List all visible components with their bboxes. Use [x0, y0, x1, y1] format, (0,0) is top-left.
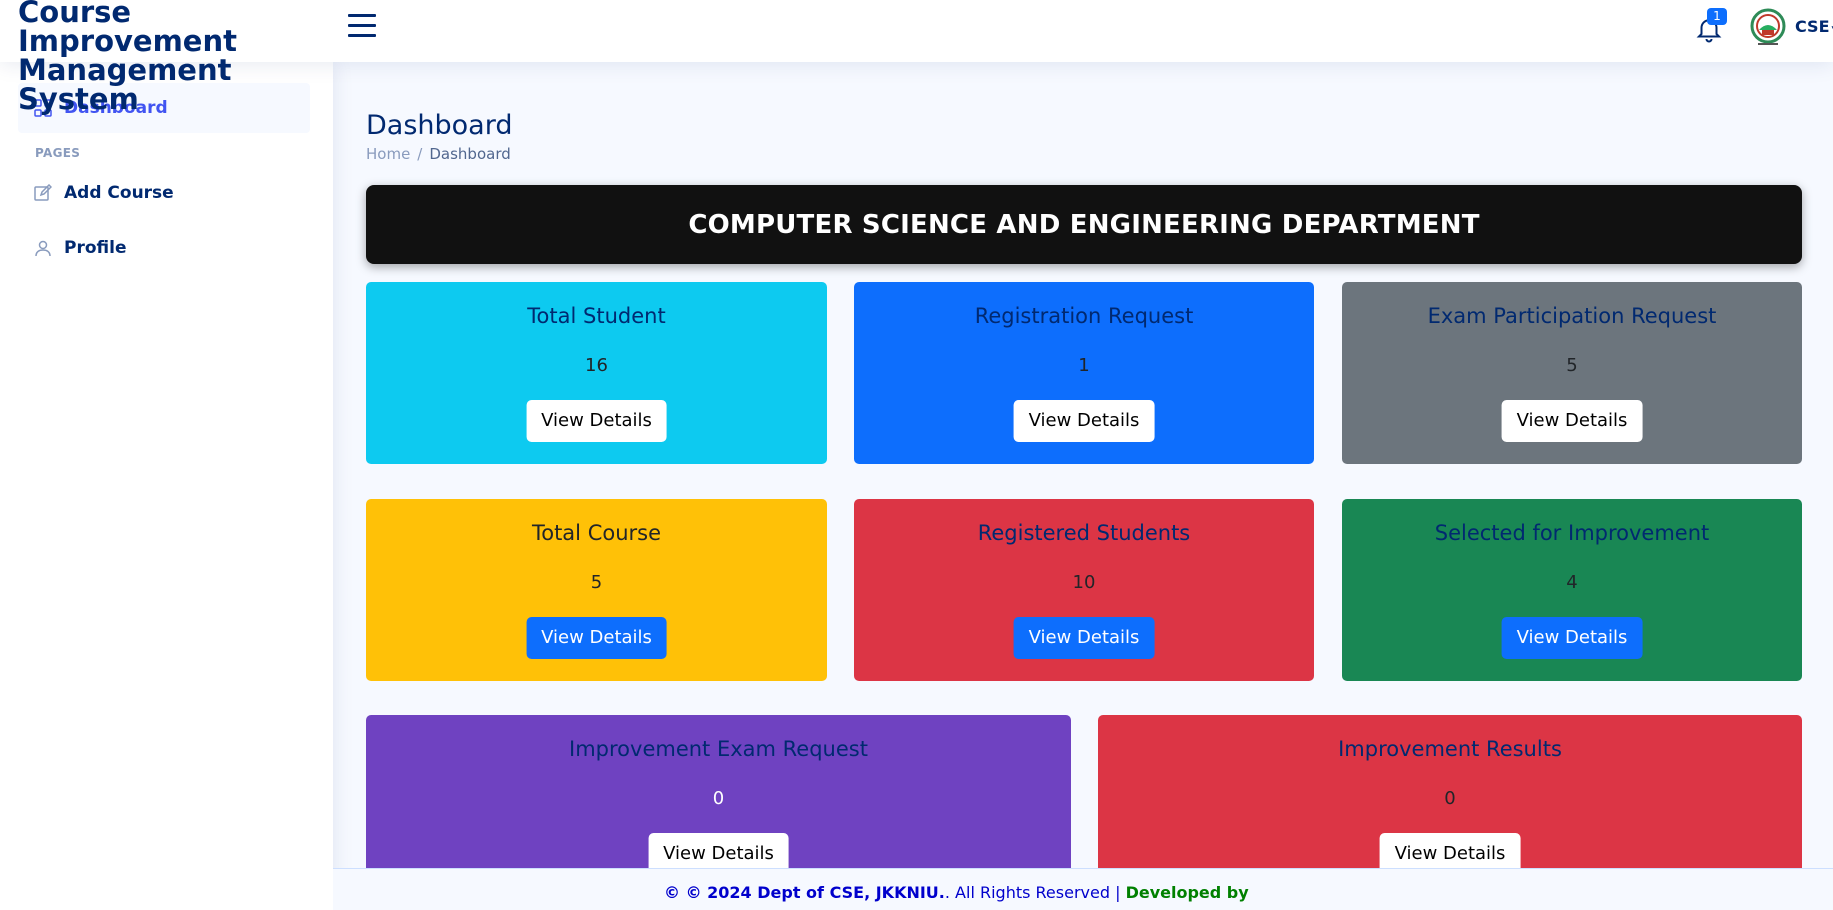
sidebar-item-label: Profile [64, 238, 127, 258]
card-title: Total Course [531, 521, 662, 545]
card-selected-for-improvement: Selected for Improvement 4 View Details [1342, 499, 1802, 681]
card-value: 0 [1444, 788, 1456, 809]
card-value: 0 [712, 788, 725, 809]
breadcrumb-separator: / [417, 145, 423, 163]
profile-name-label: CSE [1795, 17, 1830, 36]
card-title: Improvement Exam Request [569, 737, 868, 761]
card-registration-request: Registration Request 1 View Details [854, 282, 1314, 464]
sidebar-item-profile[interactable]: Profile [18, 223, 310, 273]
card-value: 16 [585, 355, 608, 376]
card-title: Registration Request [974, 304, 1194, 328]
card-title: Registered Students [977, 521, 1191, 545]
card-title: Exam Participation Request [1427, 304, 1717, 328]
department-banner: COMPUTER SCIENCE AND ENGINEERING DEPARTM… [366, 185, 1802, 264]
footer-rights: . All Rights Reserved | [944, 883, 1121, 902]
brand-line-1: Course Improvement [18, 0, 237, 58]
view-details-button[interactable]: View Details [526, 617, 667, 659]
footer: © © 2024 Dept of CSE, JKKNIU.. All Right… [333, 868, 1833, 910]
card-title: Selected for Improvement [1434, 521, 1710, 545]
view-details-button[interactable]: View Details [1013, 400, 1155, 442]
view-details-button[interactable]: View Details [1501, 617, 1643, 659]
person-icon [34, 239, 52, 257]
card-value: 4 [1566, 572, 1578, 593]
breadcrumb: Home / Dashboard [366, 145, 511, 163]
sidebar-heading-pages: PAGES [35, 146, 81, 160]
brand-logo-text[interactable]: Course Improvement Management System [18, 0, 318, 114]
card-registered-students: Registered Students 10 View Details [854, 499, 1314, 681]
card-value: 10 [1072, 572, 1096, 593]
view-details-button[interactable]: View Details [1013, 617, 1155, 659]
view-details-button[interactable]: View Details [526, 400, 667, 442]
card-title: Improvement Results [1338, 737, 1562, 761]
card-total-course: Total Course 5 View Details [366, 499, 827, 681]
card-value: 1 [1078, 355, 1090, 376]
university-logo-avatar[interactable] [1750, 8, 1786, 48]
card-improvement-exam-request: Improvement Exam Request 0 View Details [366, 715, 1071, 875]
card-total-student: Total Student 16 View Details [366, 282, 827, 464]
breadcrumb-home-link[interactable]: Home [366, 145, 410, 163]
edit-icon [34, 183, 53, 202]
page-title: Dashboard [366, 110, 513, 141]
breadcrumb-current: Dashboard [429, 145, 511, 163]
card-value: 5 [1566, 355, 1578, 376]
view-details-button[interactable]: View Details [1501, 400, 1643, 442]
banner-text: COMPUTER SCIENCE AND ENGINEERING DEPARTM… [688, 209, 1480, 240]
brand-line-2: Management System [18, 53, 232, 116]
card-value: 5 [590, 572, 603, 593]
sidebar-item-label: Add Course [64, 183, 174, 203]
card-exam-participation-request: Exam Participation Request 5 View Detail… [1342, 282, 1802, 464]
profile-dropdown[interactable]: CSE▼ [1795, 17, 1833, 36]
sidebar-item-add-course[interactable]: Add Course [18, 168, 310, 218]
footer-developed-by: Developed by [1125, 883, 1249, 902]
top-header: Course Improvement Management System 1 C… [0, 0, 1833, 114]
footer-text: © © 2024 Dept of CSE, JKKNIU.. All Right… [664, 883, 1249, 902]
notification-badge: 1 [1707, 8, 1727, 25]
card-title: Total Student [527, 304, 666, 328]
hamburger-menu-icon[interactable] [348, 14, 376, 38]
card-improvement-results: Improvement Results 0 View Details [1098, 715, 1802, 875]
footer-copyright: © © 2024 Dept of CSE, JKKNIU. [664, 883, 945, 902]
